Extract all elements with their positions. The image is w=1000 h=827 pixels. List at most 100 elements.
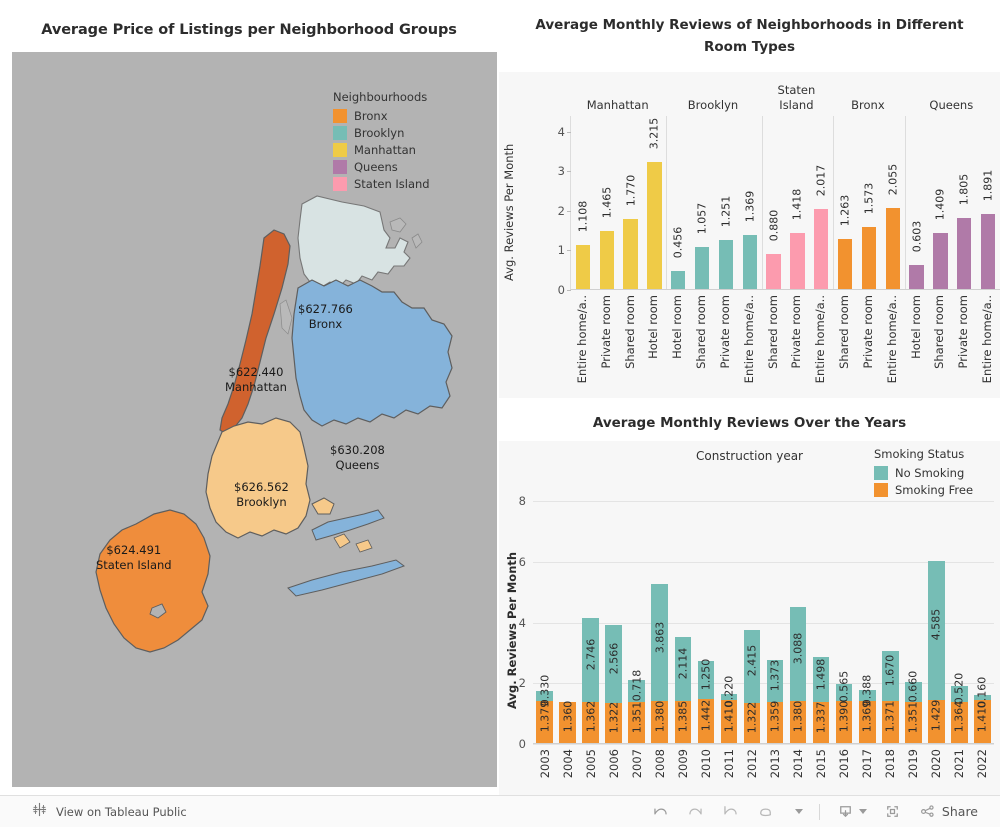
years-x-label[interactable]: 2005 [584, 749, 598, 778]
room-types-x-label[interactable]: Private room [718, 295, 732, 369]
years-bar[interactable]: 2.566 1.322 [602, 476, 625, 743]
years-x-label[interactable]: 2016 [837, 749, 851, 778]
room-types-x-label[interactable]: Private room [861, 295, 875, 369]
years-bar[interactable]: 0.220 1.410 [717, 476, 740, 743]
room-types-bar[interactable]: 1.251 [714, 115, 738, 289]
room-types-bar[interactable]: 3.215 [643, 115, 667, 289]
room-types-x-label[interactable]: Shared room [694, 295, 708, 369]
years-bar[interactable]: 2.746 1.362 [579, 476, 602, 743]
view-on-tableau-public-label[interactable]: View on Tableau Public [56, 805, 187, 819]
room-types-bar[interactable]: 1.369 [738, 115, 762, 289]
years-bar[interactable]: 0.660 1.351 [902, 476, 925, 743]
years-x-label[interactable]: 2009 [676, 749, 690, 778]
room-types-x-label[interactable]: Shared room [766, 295, 780, 369]
room-types-bar[interactable]: 1.465 [595, 115, 619, 289]
room-types-x-label[interactable]: Hotel room [646, 295, 660, 359]
room-types-plot-area[interactable]: Avg. Reviews Per Month Manhattan Brooklyn… [499, 72, 1000, 398]
map-legend-item-brooklyn[interactable]: Brooklyn [333, 126, 463, 140]
years-x-label[interactable]: 2012 [745, 749, 759, 778]
room-types-x-label[interactable]: Private room [956, 295, 970, 369]
years-bar[interactable]: 1.360 [556, 476, 579, 743]
years-bar[interactable]: 0.718 1.351 [625, 476, 648, 743]
room-types-bar[interactable]: 1.891 [976, 115, 1000, 289]
years-bar[interactable]: 1.373 1.359 [764, 476, 787, 743]
years-x-label[interactable]: 2011 [722, 749, 736, 778]
room-types-bar[interactable]: 1.108 [571, 115, 595, 289]
room-types-group-header-staten-island[interactable]: Staten Island [761, 72, 833, 116]
refresh-icon[interactable] [748, 799, 783, 825]
years-x-label[interactable]: 2022 [975, 749, 989, 778]
years-x-label[interactable]: 2020 [929, 749, 943, 778]
room-types-x-label[interactable]: Entire home/a.. [885, 295, 899, 383]
years-bar[interactable]: 2.114 1.385 [671, 476, 694, 743]
room-types-bar[interactable]: 2.055 [881, 115, 905, 289]
room-types-x-label[interactable]: Shared room [837, 295, 851, 369]
undo-icon[interactable] [643, 799, 678, 825]
years-bar[interactable]: 1.498 1.337 [810, 476, 833, 743]
room-types-x-label[interactable]: Entire home/a.. [813, 295, 827, 383]
room-types-bar[interactable]: 1.573 [857, 115, 881, 289]
room-types-x-label[interactable]: Private room [789, 295, 803, 369]
room-types-group-header-brooklyn[interactable]: Brooklyn [665, 72, 760, 116]
pause-dropdown-icon[interactable] [783, 799, 811, 825]
room-types-x-label[interactable]: Entire home/a.. [575, 295, 589, 383]
room-types-x-label[interactable]: Shared room [623, 295, 637, 369]
map-legend-item-bronx[interactable]: Bronx [333, 109, 463, 123]
years-x-label[interactable]: 2019 [906, 749, 920, 778]
years-x-label[interactable]: 2015 [814, 749, 828, 778]
room-types-bar[interactable]: 0.456 [666, 115, 690, 289]
room-types-group-header-queens[interactable]: Queens [904, 72, 999, 116]
years-bar[interactable]: 3.863 1.380 [648, 476, 671, 743]
years-x-label[interactable]: 2013 [768, 749, 782, 778]
room-types-bar[interactable]: 1.057 [690, 115, 714, 289]
years-bar[interactable]: 0.565 1.390 [833, 476, 856, 743]
download-icon[interactable] [828, 799, 875, 825]
room-types-bar[interactable]: 1.263 [833, 115, 857, 289]
years-x-label[interactable]: 2017 [860, 749, 874, 778]
map-legend-item-queens[interactable]: Queens [333, 160, 463, 174]
room-types-x-label[interactable]: Hotel room [670, 295, 684, 359]
years-bar[interactable]: 0.160 1.410 [971, 476, 994, 743]
room-types-bar[interactable]: 1.770 [619, 115, 643, 289]
years-x-label[interactable]: 2014 [791, 749, 805, 778]
map-canvas[interactable]: $627.766 Bronx $622.440 Manhattan $630.2… [12, 52, 497, 787]
room-types-bar[interactable]: 1.409 [929, 115, 953, 289]
years-plot-area[interactable]: Construction year Smoking Status No Smok… [499, 441, 1000, 795]
years-bar[interactable]: 2.415 1.322 [740, 476, 763, 743]
map-legend-label: Manhattan [354, 143, 416, 157]
years-bar[interactable]: 3.088 1.380 [787, 476, 810, 743]
years-x-label[interactable]: 2018 [883, 749, 897, 778]
room-types-group-header-manhattan[interactable]: Manhattan [570, 72, 665, 116]
room-types-bar[interactable]: 2.017 [809, 115, 833, 289]
years-x-label[interactable]: 2010 [699, 749, 713, 778]
years-x-label[interactable]: 2006 [607, 749, 621, 778]
years-bar[interactable]: 1.670 1.371 [879, 476, 902, 743]
map-legend-item-manhattan[interactable]: Manhattan [333, 143, 463, 157]
share-button[interactable]: Share [910, 799, 986, 825]
room-types-bar[interactable]: 0.603 [905, 115, 929, 289]
fullscreen-icon[interactable] [875, 799, 910, 825]
revert-icon[interactable] [713, 799, 748, 825]
room-types-bar[interactable]: 1.418 [786, 115, 810, 289]
toolbar-left[interactable]: View on Tableau Public [0, 802, 187, 821]
room-types-x-label[interactable]: Entire home/a.. [980, 295, 994, 383]
room-types-bar[interactable]: 0.880 [762, 115, 786, 289]
years-x-label[interactable]: 2004 [561, 749, 575, 778]
years-bar[interactable]: 0.388 1.369 [856, 476, 879, 743]
years-x-label[interactable]: 2007 [630, 749, 644, 778]
room-types-x-label[interactable]: Entire home/a.. [742, 295, 756, 383]
redo-icon[interactable] [678, 799, 713, 825]
room-types-bar[interactable]: 1.805 [952, 115, 976, 289]
map-legend-item-staten-island[interactable]: Staten Island [333, 177, 463, 191]
room-types-group-header-bronx[interactable]: Bronx [832, 72, 904, 116]
years-bar[interactable]: 0.330 1.379 [533, 476, 556, 743]
years-x-label[interactable]: 2008 [653, 749, 667, 778]
years-x-label[interactable]: 2003 [538, 749, 552, 778]
room-types-x-label[interactable]: Private room [599, 295, 613, 369]
room-types-x-label[interactable]: Shared room [932, 295, 946, 369]
years-x-label[interactable]: 2021 [952, 749, 966, 778]
years-bar[interactable]: 0.520 1.364 [948, 476, 971, 743]
room-types-x-label[interactable]: Hotel room [909, 295, 923, 359]
years-bar[interactable]: 4.585 1.429 [925, 476, 948, 743]
years-bar[interactable]: 1.250 1.442 [694, 476, 717, 743]
